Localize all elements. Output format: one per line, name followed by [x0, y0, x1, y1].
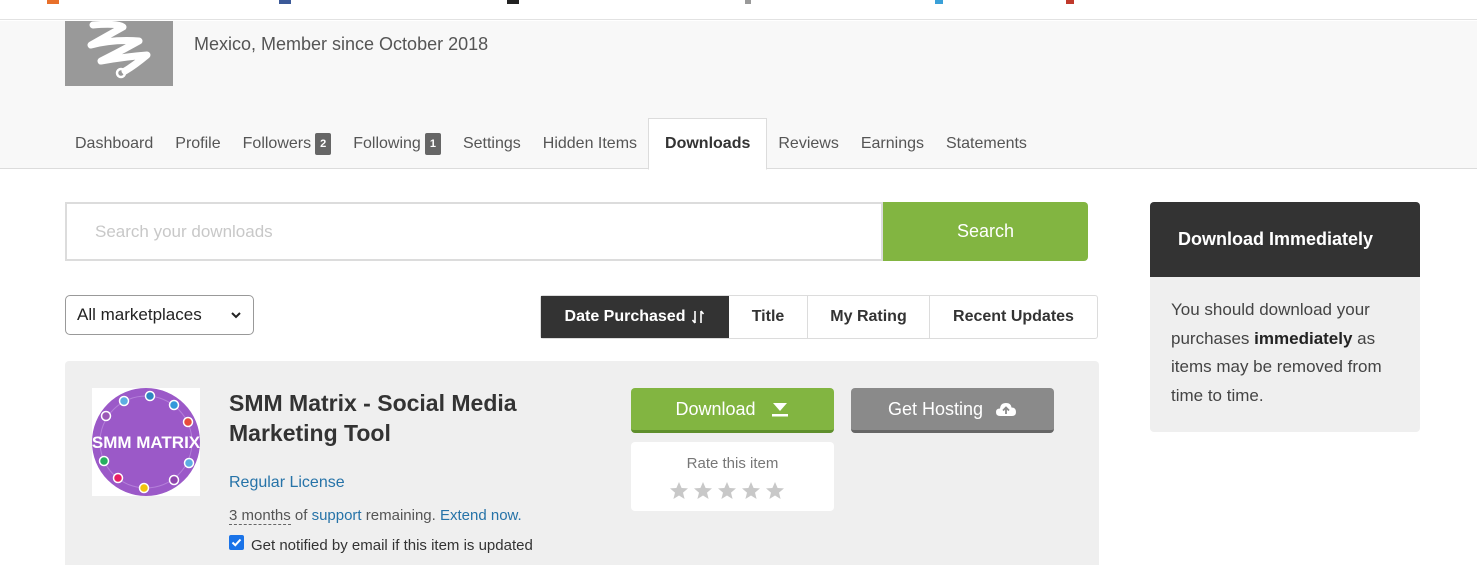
member-location: Mexico, Member since October 2018 — [194, 34, 489, 54]
item-thumbnail[interactable]: SMM MATRIX — [92, 388, 201, 496]
sort-label: Date Purchased — [564, 308, 686, 325]
panel-text: You should download your purchases immed… — [1150, 277, 1420, 410]
tab-profile[interactable]: Profile — [164, 118, 231, 169]
following-count-badge: 1 — [424, 132, 441, 155]
marketplace-select[interactable]: All marketplaces — [65, 295, 254, 335]
tab-hidden-items[interactable]: Hidden Items — [532, 118, 648, 169]
tab-dashboard[interactable]: Dashboard — [64, 118, 164, 169]
extend-now-link[interactable]: Extend now. — [440, 507, 522, 524]
download-label: Download — [675, 398, 756, 419]
search-input[interactable] — [65, 202, 883, 261]
sort-label: Recent Updates — [953, 308, 1074, 325]
tab-label: Dashboard — [75, 134, 154, 152]
tab-label: Earnings — [860, 134, 924, 152]
support-remaining-text: remaining. — [365, 507, 436, 524]
chevron-down-icon — [231, 312, 241, 319]
top-nav-icon[interactable] — [507, 0, 519, 4]
sort-order-icon — [692, 310, 705, 324]
tab-label: Followers — [242, 134, 312, 152]
download-button[interactable]: Download — [631, 388, 834, 433]
sort-recent-updates-button[interactable]: Recent Updates — [930, 296, 1097, 338]
star-icon[interactable] — [717, 481, 737, 501]
search-button[interactable]: Search — [883, 202, 1088, 261]
tab-label: Downloads — [665, 135, 751, 152]
logo-text: SMM MATRIX — [92, 433, 200, 452]
download-item-card: SMM MATRIX SMM Matrix - Social Media Mar… — [65, 361, 1099, 565]
star-icon[interactable] — [669, 481, 689, 501]
notify-option: Get notified by email if this item is up… — [229, 535, 533, 554]
tab-following[interactable]: Following 1 — [342, 118, 452, 169]
top-nav-icon[interactable] — [279, 0, 291, 4]
star-icon[interactable] — [741, 481, 761, 501]
profile-tabs: Dashboard Profile Followers 2 Following 1 … — [64, 118, 1038, 170]
tab-label: Following — [353, 134, 421, 152]
download-arrow-icon — [771, 403, 788, 417]
star-icon[interactable] — [765, 481, 785, 501]
sort-date-purchased-button[interactable]: Date Purchased — [541, 296, 729, 338]
top-nav-bar — [0, 0, 1477, 20]
tab-earnings[interactable]: Earnings — [850, 118, 935, 169]
rating-box: Rate this item — [631, 442, 834, 511]
sort-options: Date Purchased Title My Rating Recent Up… — [540, 295, 1098, 339]
sort-title-button[interactable]: Title — [729, 296, 808, 338]
tab-statements[interactable]: Statements — [935, 118, 1038, 169]
notify-checkbox[interactable] — [229, 535, 244, 550]
tab-downloads[interactable]: Downloads — [648, 118, 768, 170]
top-nav-icon[interactable] — [1066, 0, 1074, 4]
panel-text-bold: immediately — [1254, 328, 1353, 348]
marketplace-selected-value: All marketplaces — [77, 305, 202, 324]
top-nav-icon[interactable] — [47, 0, 59, 4]
support-months: 3 months — [229, 507, 291, 525]
tab-followers[interactable]: Followers 2 — [232, 118, 343, 169]
tab-label: Profile — [175, 134, 221, 152]
avatar-scribble-icon — [87, 21, 151, 79]
sort-my-rating-button[interactable]: My Rating — [808, 296, 930, 338]
avatar[interactable] — [65, 21, 173, 86]
tab-settings[interactable]: Settings — [452, 118, 532, 169]
hosting-label: Get Hosting — [887, 398, 984, 419]
sort-label: My Rating — [830, 308, 907, 325]
license-link[interactable]: Regular License — [229, 474, 345, 492]
sort-label: Title — [751, 308, 785, 325]
support-status: 3 months of support remaining. Extend no… — [229, 507, 522, 525]
followers-count-badge: 2 — [315, 132, 332, 155]
item-title[interactable]: SMM Matrix - Social Media Marketing Tool — [229, 388, 569, 448]
star-icon[interactable] — [693, 481, 713, 501]
notify-label: Get notified by email if this item is up… — [251, 537, 533, 554]
panel-title: Download Immediately — [1150, 202, 1420, 277]
download-immediately-panel: Download Immediately You should download… — [1150, 202, 1420, 432]
star-rating[interactable] — [669, 481, 785, 501]
smm-matrix-logo: SMM MATRIX — [92, 388, 201, 496]
tab-label: Hidden Items — [542, 134, 638, 152]
cloud-upload-icon — [996, 403, 1017, 416]
tab-label: Reviews — [778, 134, 839, 152]
get-hosting-button[interactable]: Get Hosting — [851, 388, 1054, 433]
tab-label: Settings — [462, 134, 521, 152]
tab-reviews[interactable]: Reviews — [767, 118, 849, 169]
top-nav-icon[interactable] — [745, 0, 751, 4]
top-nav-icon[interactable] — [935, 0, 943, 4]
tab-label: Statements — [946, 134, 1027, 152]
support-link[interactable]: support — [312, 507, 362, 524]
rate-label: Rate this item — [686, 455, 779, 472]
checkmark-icon — [231, 538, 242, 547]
support-of-text: of — [294, 507, 308, 524]
profile-header: Mexico, Member since October 2018 Dashbo… — [0, 21, 1477, 170]
